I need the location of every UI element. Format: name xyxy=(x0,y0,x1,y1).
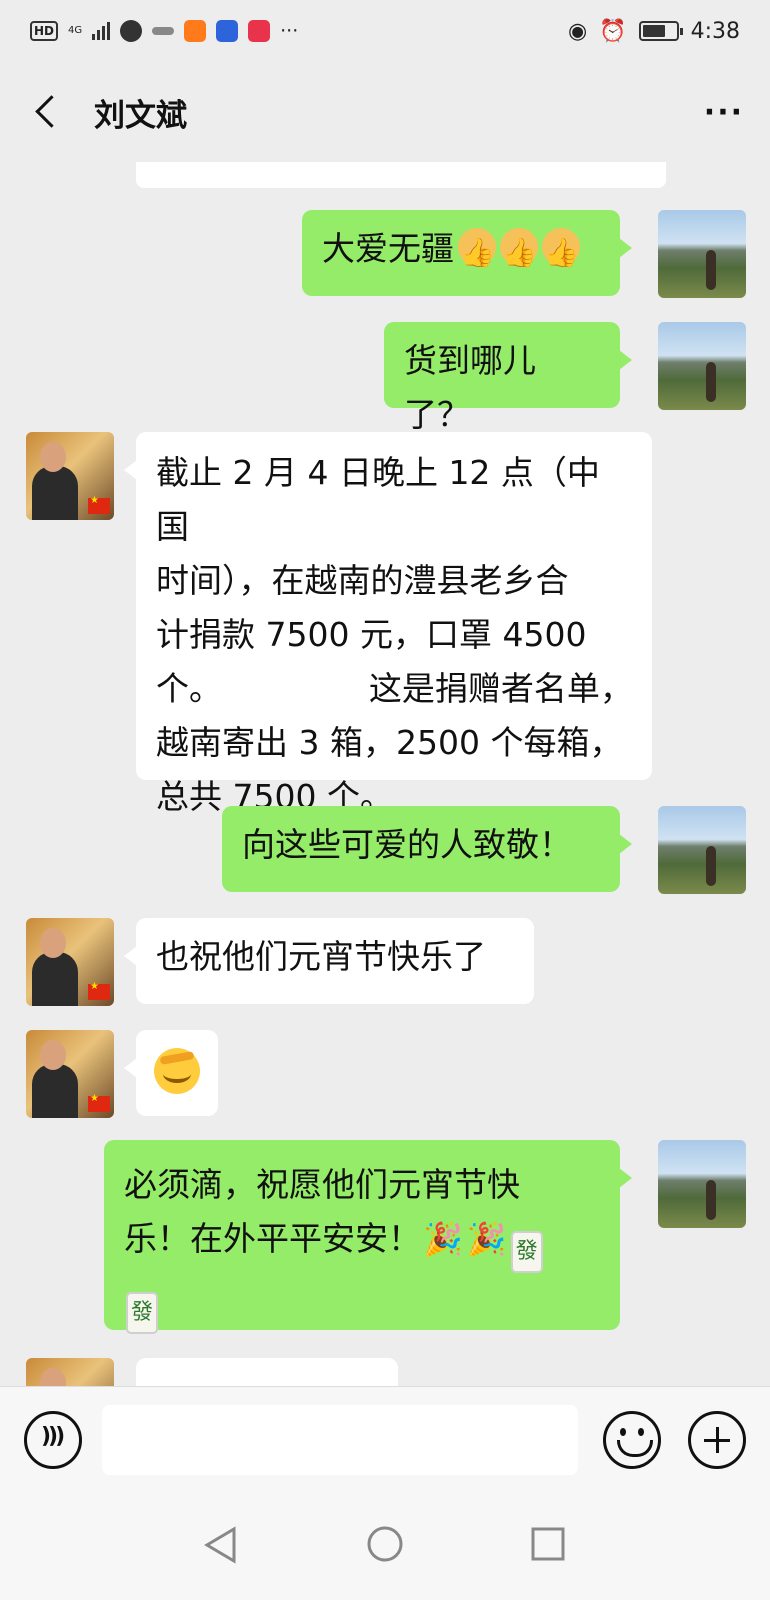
back-icon[interactable] xyxy=(26,90,70,134)
my-avatar[interactable] xyxy=(658,806,746,894)
clock: 4:38 xyxy=(690,18,740,44)
my-avatar[interactable] xyxy=(658,210,746,298)
message-text: 向这些可爱的人致敬！ xyxy=(242,825,572,864)
system-recents-icon[interactable] xyxy=(530,1526,566,1562)
mahjong-fa-tile-emoji: 發 xyxy=(126,1292,158,1334)
my-avatar[interactable] xyxy=(658,1140,746,1228)
voice-input-icon[interactable] xyxy=(24,1411,82,1469)
facepalm-emoji xyxy=(154,1048,200,1094)
message-input-bar xyxy=(0,1386,770,1490)
previous-message-bubble xyxy=(136,162,666,188)
signal-icon xyxy=(92,22,111,40)
thumbs-up-emoji xyxy=(500,226,538,280)
message-line: 个。 这是捐赠者名单， xyxy=(156,669,633,708)
message-text: 大爱无疆 xyxy=(322,229,454,268)
message-text: 货到哪儿了？ xyxy=(404,341,536,434)
chat-header: 刘文斌 ··· xyxy=(0,62,770,162)
message-bubble[interactable]: 大爱无疆 xyxy=(302,210,632,296)
video-app-icon xyxy=(248,20,271,42)
message-bubble[interactable] xyxy=(124,1030,218,1116)
status-left: HD 4G ··· xyxy=(30,20,298,42)
chat-title: 刘文斌 xyxy=(94,97,187,134)
message-line: 乐！在外平平安安！🎉 🎉 發 xyxy=(124,1212,600,1273)
message-line: 發 xyxy=(124,1273,600,1334)
contact-avatar[interactable] xyxy=(26,432,114,520)
more-options-icon[interactable]: ··· xyxy=(704,95,744,130)
alarm-icon: ⏰ xyxy=(599,18,627,44)
message-line: 时间），在越南的澧县老乡合 xyxy=(156,561,569,600)
notification-icon xyxy=(152,27,175,35)
uc-browser-icon xyxy=(184,20,207,42)
contact-avatar[interactable] xyxy=(26,918,114,1006)
battery-icon xyxy=(638,21,683,41)
eye-comfort-icon: ◉ xyxy=(567,18,588,44)
contact-avatar[interactable] xyxy=(26,1030,114,1118)
mahjong-fa-tile-emoji: 發 xyxy=(510,1231,543,1273)
message-bubble[interactable]: 货到哪儿了？ xyxy=(384,322,632,434)
party-popper-emoji: 🎉 xyxy=(466,1220,507,1258)
emoji-icon[interactable] xyxy=(603,1411,661,1469)
baidu-icon xyxy=(216,20,239,42)
network-type: 4G xyxy=(68,25,83,36)
system-home-icon[interactable] xyxy=(365,1524,405,1564)
message-bubble[interactable]: 必须滴，祝愿他们元宵节快 乐！在外平平安安！🎉 🎉 發 發 xyxy=(104,1140,632,1334)
status-right: ◉ ⏰ 4:38 xyxy=(568,19,740,44)
thumbs-up-emoji xyxy=(458,226,496,280)
hd-badge: HD xyxy=(30,21,59,41)
message-input[interactable] xyxy=(102,1405,578,1475)
chat-history[interactable]: 大爱无疆 货到哪儿了？ 截止 2 月 4 日晚上 12 点（中国 时间），在越南… xyxy=(0,162,770,1386)
my-avatar[interactable] xyxy=(658,322,746,410)
message-text: 也祝他们元宵节快乐了 xyxy=(156,937,486,976)
plus-icon[interactable] xyxy=(688,1411,746,1469)
message-bubble[interactable]: 向这些可爱的人致敬！ xyxy=(222,806,632,892)
thumbs-up-emoji xyxy=(542,226,580,280)
message-bubble[interactable] xyxy=(136,1358,398,1386)
more-notifications: ··· xyxy=(280,20,299,42)
chat-bubble-icon xyxy=(120,20,143,42)
system-navigation-bar xyxy=(0,1490,770,1600)
message-bubble[interactable]: 截止 2 月 4 日晚上 12 点（中国 时间），在越南的澧县老乡合 计捐款 7… xyxy=(124,432,652,816)
status-bar: HD 4G ··· ◉ ⏰ 4:38 xyxy=(0,0,770,62)
message-line: 必须滴，祝愿他们元宵节快 xyxy=(124,1165,520,1204)
message-line: 计捐款 7500 元，口罩 4500 xyxy=(156,615,587,654)
message-bubble[interactable]: 也祝他们元宵节快乐了 xyxy=(124,918,534,1004)
message-line: 截止 2 月 4 日晚上 12 点（中国 xyxy=(156,453,600,546)
contact-avatar[interactable] xyxy=(26,1358,114,1386)
message-line: 越南寄出 3 箱，2500 个每箱， xyxy=(156,723,623,762)
party-popper-emoji: 🎉 xyxy=(423,1220,463,1258)
